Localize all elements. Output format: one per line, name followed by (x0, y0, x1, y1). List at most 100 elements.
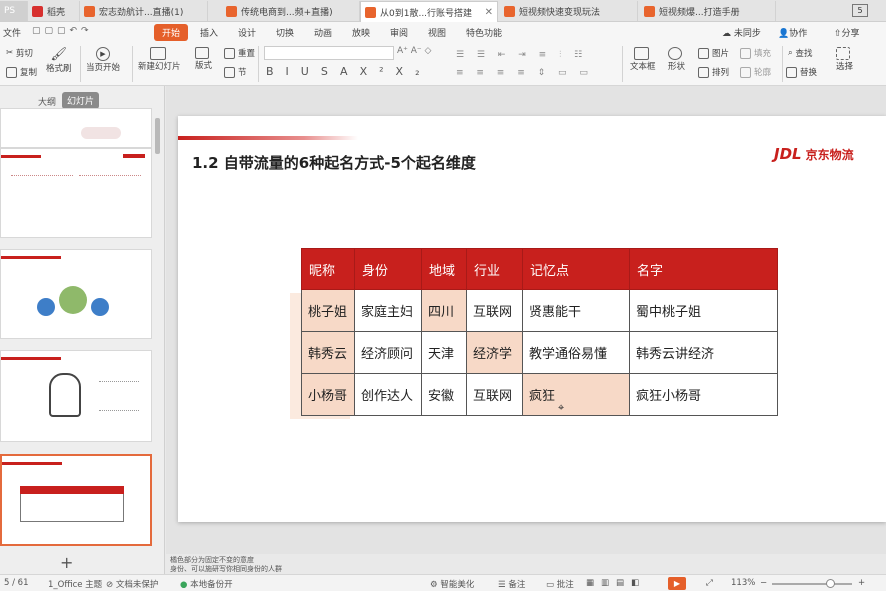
tab-docer[interactable]: 稻壳 (28, 1, 80, 21)
underline-button[interactable]: U (301, 65, 321, 78)
cell-identity[interactable]: 创作达人 (354, 373, 422, 416)
collaborate-button[interactable]: 👤协作 (778, 26, 807, 39)
fill-button[interactable]: 填充 (740, 47, 771, 59)
slide-thumbnail-3[interactable] (0, 249, 152, 339)
tab-doc-active[interactable]: 从0到1散...行账号搭建 ✕ (360, 1, 498, 22)
arrange-label: 排列 (712, 68, 730, 78)
menu-features[interactable]: 特色功能 (466, 26, 502, 39)
divider (258, 46, 259, 82)
cell-industry[interactable]: 互联网 (466, 289, 523, 332)
cell-nickname[interactable]: 小杨哥 (301, 373, 355, 416)
layout-button[interactable]: 版式 (195, 47, 212, 71)
outline-tab[interactable]: 大纲 (38, 95, 56, 108)
picture-label: 图片 (712, 49, 730, 59)
sync-status[interactable]: ☁ 未同步 (722, 26, 761, 39)
textbox-button[interactable]: 文本框 (630, 47, 656, 72)
font-color-button[interactable]: A (340, 65, 360, 78)
format-painter-button[interactable]: 🖌 格式刷 (46, 47, 72, 74)
share-button[interactable]: ⇧分享 (834, 26, 860, 39)
cell-identity[interactable]: 家庭主妇 (354, 289, 422, 332)
cell-nickname[interactable]: 韩秀云 (301, 331, 355, 374)
layout-icon (195, 47, 209, 59)
cell-region[interactable]: 安徽 (421, 373, 467, 416)
find-button[interactable]: ⌕ 查找 (788, 47, 812, 59)
slide-title[interactable]: 1.2 自带流量的6种起名方式-5个起名维度 (192, 152, 476, 173)
menu-transition[interactable]: 切换 (276, 26, 294, 39)
subscript-button[interactable]: X₂ (396, 65, 432, 78)
arrange-button[interactable]: 排列 (698, 66, 729, 78)
cell-memory-point[interactable]: 贤惠能干 (522, 289, 630, 332)
cell-name[interactable]: 蜀中桃子姐 (629, 289, 778, 332)
slides-tab[interactable]: 幻灯片 (62, 92, 100, 109)
reset-button[interactable]: 重置 (224, 47, 255, 59)
new-slide-button[interactable]: 新建幻灯片 (138, 47, 181, 72)
quick-access-icons[interactable]: ▢▢▢↶↷ (32, 26, 92, 38)
menu-animation[interactable]: 动画 (314, 26, 332, 39)
cell-industry[interactable]: 互联网 (466, 373, 523, 416)
cell-name[interactable]: 韩秀云讲经济 (629, 331, 778, 374)
fit-window-icon[interactable]: ⤢ (706, 578, 713, 588)
slide-thumbnail-4[interactable] (0, 350, 152, 442)
cell-memory-point[interactable]: 疯狂 (522, 373, 630, 416)
tab-doc-2[interactable]: 传统电商到...频+直播) (222, 1, 360, 21)
backup-status[interactable]: ● 本地备份开 (180, 578, 233, 590)
slide-thumbnail-2[interactable] (0, 148, 152, 238)
outline-button[interactable]: 轮廓 (740, 66, 771, 78)
slide[interactable]: 1.2 自带流量的6种起名方式-5个起名维度 JDL 京东物流 昵称 身份 地域… (178, 116, 886, 522)
menu-review[interactable]: 审阅 (390, 26, 408, 39)
shape-button[interactable]: 形状 (668, 47, 685, 72)
cell-nickname[interactable]: 桃子姐 (301, 289, 355, 332)
beautify-button[interactable]: ⚙ 智能美化 (430, 578, 474, 590)
slide-thumbnail-1[interactable] (0, 108, 152, 148)
cell-region[interactable]: 天津 (421, 331, 467, 374)
notes-toggle[interactable]: ☰ 备注 (498, 578, 525, 590)
menu-insert[interactable]: 插入 (200, 26, 218, 39)
cut-button[interactable]: ✂ 剪切 (6, 47, 33, 59)
close-icon[interactable]: ✕ (485, 7, 493, 18)
fill-label: 填充 (754, 49, 772, 59)
bold-button[interactable]: B (266, 65, 286, 78)
section-button[interactable]: 节 (224, 66, 247, 78)
menu-start[interactable]: 开始 (154, 24, 189, 41)
comment-button[interactable]: ▭ 批注 (546, 578, 574, 590)
play-slideshow-button[interactable]: ▶ (668, 577, 686, 590)
panel-scrollbar[interactable] (155, 118, 160, 154)
tab-doc-1[interactable]: 宏志劲航计...直播(1) (80, 1, 208, 21)
zoom-slider-handle[interactable] (826, 579, 835, 588)
cell-region[interactable]: 四川 (421, 289, 467, 332)
zoom-out-button[interactable]: − (760, 578, 767, 588)
font-size-controls[interactable]: A⁺ A⁻ ◇ (397, 46, 447, 60)
menu-design[interactable]: 设计 (238, 26, 256, 39)
select-button[interactable]: 选择 (836, 47, 853, 72)
cell-name[interactable]: 疯狂小杨哥 (629, 373, 778, 416)
zoom-level[interactable]: 113% (731, 578, 755, 588)
font-style-buttons[interactable]: BIUSAX²X₂ (266, 65, 431, 78)
cell-industry[interactable]: 经济学 (466, 331, 523, 374)
menu-file[interactable]: 文件 (3, 26, 21, 39)
slide-thumbnail-5-selected[interactable] (0, 454, 152, 546)
font-name-select[interactable] (264, 46, 394, 60)
paragraph-controls[interactable]: ☰ ☰ ⇤ ⇥ ≡ ⫶ ☷ ≡ ≡ ≡ ≡ ⇕ ▭ ▭ (456, 46, 616, 82)
tab-ps[interactable]: PS (0, 1, 28, 21)
copy-button[interactable]: 复制 (6, 66, 37, 78)
strike-button[interactable]: S (321, 65, 340, 78)
menu-slideshow[interactable]: 放映 (352, 26, 370, 39)
cell-memory-point[interactable]: 教学通俗易懂 (522, 331, 630, 374)
zoom-in-button[interactable]: + (858, 578, 865, 588)
protect-status[interactable]: ⊘ 文档未保护 (106, 578, 158, 590)
picture-icon (698, 47, 709, 59)
tab-count-badge[interactable]: 5 (852, 4, 868, 17)
view-mode-buttons[interactable]: ▦▥▤◧ (586, 578, 646, 588)
slide-from-current-button[interactable]: ▶ 当页开始 (86, 47, 120, 73)
replace-button[interactable]: 替换 (786, 66, 817, 78)
menu-view[interactable]: 视图 (428, 26, 446, 39)
italic-button[interactable]: I (286, 65, 301, 78)
add-slide-button[interactable]: + (60, 553, 73, 572)
picture-button[interactable]: 图片 (698, 47, 729, 59)
tab-doc-4[interactable]: 短视频快速变现玩法 (500, 1, 638, 21)
tab-doc-5[interactable]: 短视频爆...打造手册 (640, 1, 776, 21)
cell-identity[interactable]: 经济顾问 (354, 331, 422, 374)
zoom-slider[interactable] (772, 583, 852, 585)
superscript-button[interactable]: X² (360, 65, 396, 78)
speaker-notes[interactable]: 橘色部分为固定不变的意度 身份、可以施研写你相同身份的人群 (170, 556, 282, 574)
